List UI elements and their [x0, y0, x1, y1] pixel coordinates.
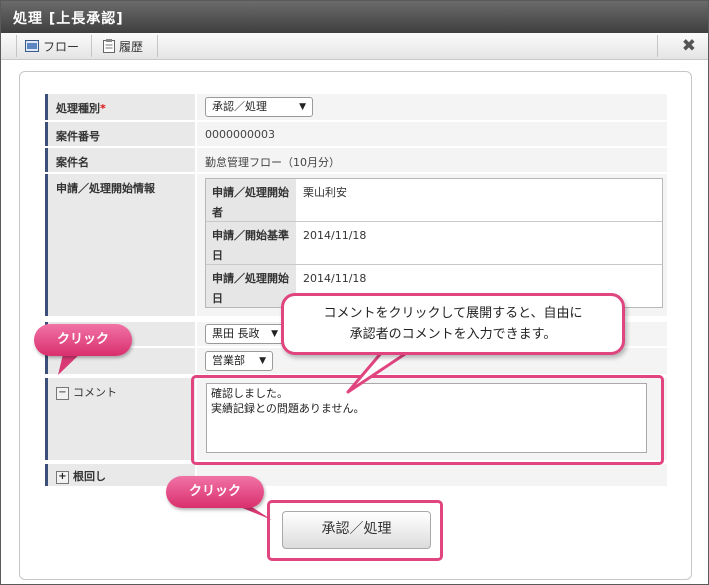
bubble-text-line2: 承認者のコメントを入力できます。: [349, 327, 557, 342]
bubble-text-line1: コメントをクリックして展開すると、自由に: [323, 306, 583, 321]
tooltip-bubble: コメントをクリックして展開すると、自由に 承認者のコメントを入力できます。: [281, 293, 625, 355]
click-badge: クリック: [166, 476, 264, 508]
bubble-pointer: [346, 350, 410, 394]
click-badge: クリック: [34, 324, 132, 356]
